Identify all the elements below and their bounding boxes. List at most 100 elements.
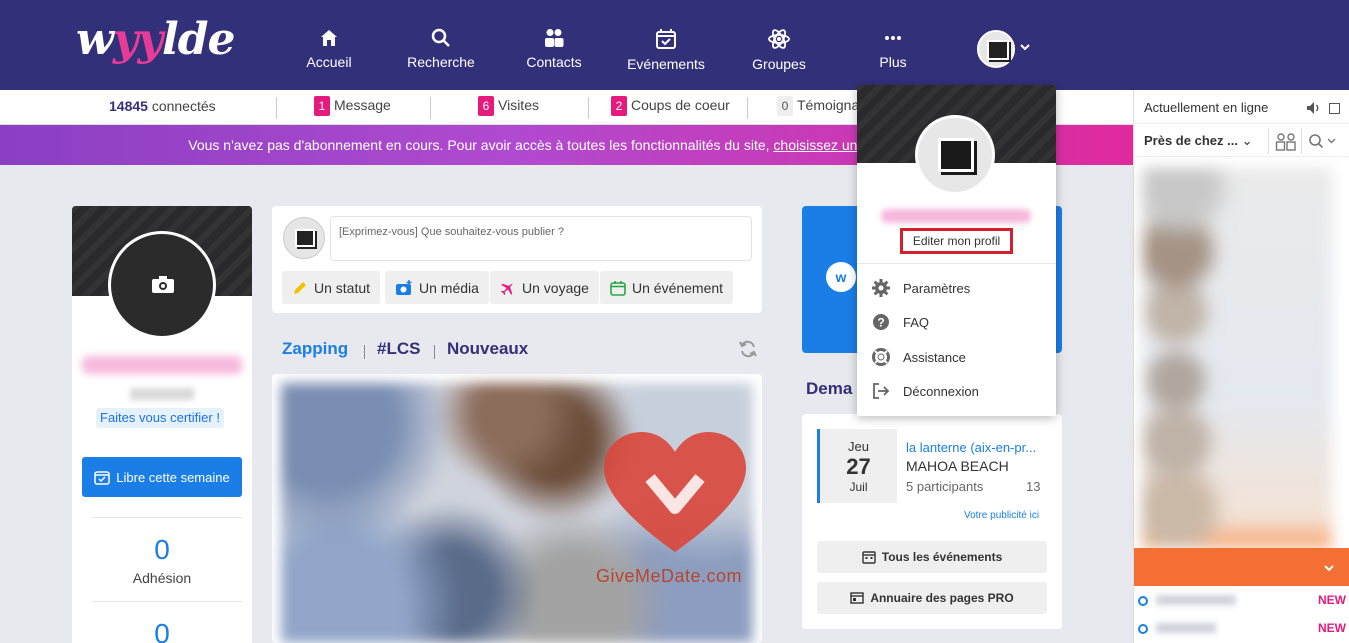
stats-divider [747, 97, 748, 119]
membership-label: Adhésion [132, 570, 192, 586]
nav-search-label: Recherche [407, 54, 475, 70]
online-panel-expander[interactable] [1134, 548, 1349, 586]
nav-groups-label: Groupes [752, 56, 806, 72]
divider [92, 517, 242, 518]
advertise-link[interactable]: Votre publicité ici [964, 510, 1039, 521]
tab-zapping[interactable]: Zapping [282, 339, 348, 359]
top-navigation: wyylde Accueil Recherche Contacts Evénem… [0, 0, 1349, 90]
nav-home-label: Accueil [306, 54, 352, 70]
tab-divider [364, 345, 365, 359]
menu-item-logout[interactable]: Déconnexion [871, 379, 979, 403]
nav-events-label: Evénements [627, 56, 705, 72]
users-filter-icon[interactable] [1275, 132, 1297, 152]
stats-divider [588, 97, 589, 119]
online-filter-bar: Près de chez ... ⌄ [1134, 123, 1349, 157]
post-trip-button[interactable]: Un voyage [490, 271, 599, 304]
event-place: MAHOA BEACH [906, 458, 1009, 474]
new-user-item[interactable]: NEW [1138, 618, 1346, 640]
calendar-check-icon [94, 471, 111, 485]
nav-search[interactable]: Recherche [386, 28, 496, 70]
menu-item-assistance[interactable]: Assistance [871, 345, 966, 369]
nav-contacts[interactable]: Contacts [499, 28, 609, 70]
camera-plus-icon [396, 279, 412, 295]
event-count: 13 [1026, 479, 1041, 494]
proximity-filter-select[interactable]: Près de chez ... ⌄ [1144, 133, 1252, 149]
membership-count[interactable]: 0 [72, 534, 252, 566]
new-user-item[interactable]: NEW [1138, 590, 1346, 612]
demands-heading: Dema [806, 379, 853, 398]
user-avatar-menu[interactable] [977, 30, 1015, 68]
event-month: Juil [849, 480, 868, 494]
tab-lcs[interactable]: #LCS [377, 339, 420, 359]
nav-home[interactable]: Accueil [274, 28, 384, 70]
edit-profile-button[interactable]: Editer mon profil [900, 228, 1013, 254]
minimize-icon[interactable] [1329, 103, 1340, 114]
compose-box: [Exprimez-vous] Que souhaitez-vous publi… [272, 206, 762, 313]
testimony-stat[interactable]: 0 Témoigna [777, 96, 859, 116]
second-count[interactable]: 0 [72, 618, 252, 643]
event-card: Jeu 27 Juil la lanterne (aix-en-pr... MA… [802, 414, 1062, 629]
camera-icon [152, 276, 174, 293]
menu-item-settings[interactable]: Paramètres [871, 276, 970, 300]
pencil-icon [294, 281, 306, 294]
stats-divider [276, 97, 277, 119]
svg-text:?: ? [877, 316, 884, 330]
free-this-week-button[interactable]: Libre cette semaine [82, 457, 242, 497]
nav-more-label: Plus [879, 54, 907, 70]
tab-nouveaux[interactable]: Nouveaux [447, 339, 528, 359]
online-panel-title: Actuellement en ligne [1144, 100, 1269, 115]
post-event-button[interactable]: Un événement [600, 271, 734, 304]
dropdown-avatar[interactable] [915, 115, 995, 195]
post-media-button[interactable]: Un média [385, 271, 489, 304]
more-icon [885, 36, 901, 40]
all-events-button[interactable]: Tous les événements [817, 541, 1047, 573]
chevron-down-icon[interactable] [1019, 42, 1031, 52]
event-title[interactable]: la lanterne (aix-en-pr... [906, 440, 1036, 455]
wyylde-logo[interactable]: wyylde [76, 14, 236, 65]
calendar-icon [610, 280, 626, 296]
divider [1268, 128, 1269, 154]
sound-icon[interactable] [1306, 101, 1322, 115]
refresh-icon[interactable] [738, 339, 758, 359]
profile-username-blurred [82, 356, 242, 374]
pro-pages-button[interactable]: Annuaire des pages PRO [817, 582, 1047, 614]
dropdown-username-blurred [881, 209, 1031, 223]
directory-icon [850, 592, 865, 604]
search-icon[interactable] [1308, 133, 1338, 149]
contacts-icon [545, 29, 564, 47]
profile-card: Faites vous certifier ! Libre cette sema… [72, 206, 252, 643]
nav-groups[interactable]: Groupes [724, 28, 834, 72]
status-dot [1138, 624, 1148, 634]
stats-divider [430, 97, 431, 119]
atom-icon [768, 29, 790, 49]
gear-icon [872, 279, 890, 297]
username-blurred [1156, 595, 1236, 605]
crush-stat[interactable]: 2 Coups de coeur [611, 96, 730, 116]
nav-more[interactable]: Plus [838, 28, 948, 70]
compose-input[interactable]: [Exprimez-vous] Que souhaitez-vous publi… [330, 216, 752, 261]
event-date: Jeu 27 Juil [820, 429, 897, 503]
menu-item-faq[interactable]: ? FAQ [871, 310, 929, 334]
divider [92, 601, 242, 602]
messages-stat[interactable]: 1 Message [314, 96, 391, 116]
compose-avatar [283, 217, 325, 259]
logout-icon [873, 383, 890, 399]
status-dot [1138, 596, 1148, 606]
home-icon [321, 30, 337, 46]
search-icon [431, 28, 450, 47]
calendar-icon [862, 551, 876, 564]
calendar-icon [656, 29, 676, 49]
event-item[interactable]: Jeu 27 Juil la lanterne (aix-en-pr... MA… [817, 429, 1047, 503]
profile-avatar[interactable] [108, 231, 216, 339]
post-status-button[interactable]: Un statut [282, 271, 381, 304]
visits-stat[interactable]: 6 Visites [478, 96, 539, 116]
new-badge: NEW [1318, 593, 1346, 607]
tab-divider [434, 345, 435, 359]
online-users-list-blurred[interactable] [1142, 168, 1332, 548]
certify-link[interactable]: Faites vous certifier ! [96, 408, 224, 428]
nav-events[interactable]: Evénements [611, 28, 721, 72]
new-badge: NEW [1318, 621, 1346, 635]
lifebuoy-icon [872, 348, 890, 366]
plane-icon [500, 282, 513, 295]
online-panel: Actuellement en ligne Près de chez ... ⌄… [1133, 90, 1349, 643]
